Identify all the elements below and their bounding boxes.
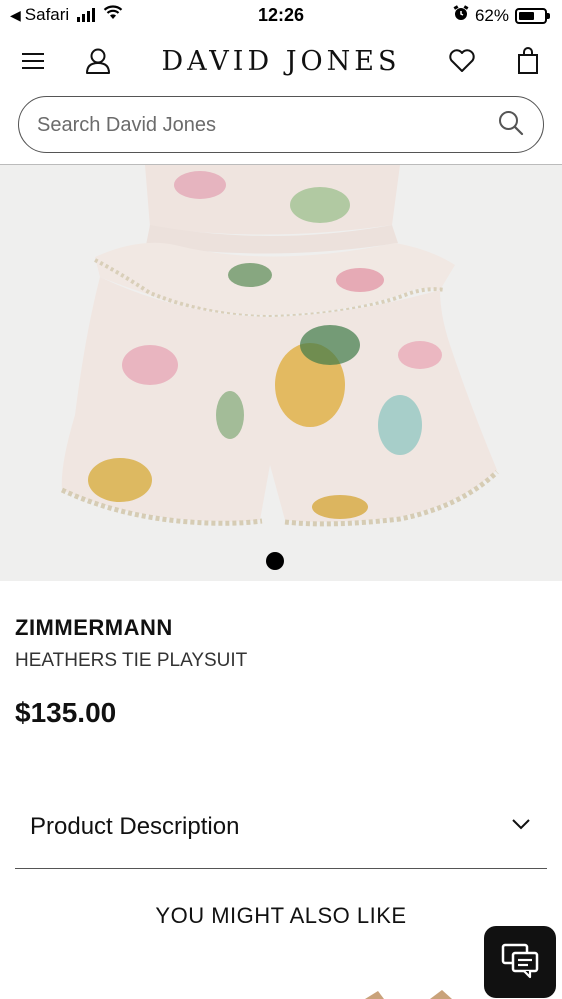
product-image[interactable] xyxy=(0,165,562,581)
site-header: DAVID JONES xyxy=(0,32,562,92)
search-icon[interactable] xyxy=(497,109,525,142)
playsuit-photo xyxy=(60,165,499,527)
battery-percent: 62% xyxy=(474,5,509,25)
product-name: HEATHERS TIE PLAYSUIT xyxy=(15,650,248,671)
carousel-dot-active[interactable] xyxy=(266,552,284,570)
recommendation-image-peek[interactable] xyxy=(360,985,470,999)
chat-icon xyxy=(500,940,540,985)
alarm-icon xyxy=(453,5,469,26)
search-bar[interactable] xyxy=(18,96,544,153)
product-description-accordion[interactable]: Product Description xyxy=(15,795,547,869)
chat-button[interactable] xyxy=(484,926,556,998)
product-brand[interactable]: ZIMMERMANN xyxy=(15,615,173,641)
brand-logo[interactable]: DAVID JONES xyxy=(0,46,562,77)
recommendations-title: YOU MIGHT ALSO LIKE xyxy=(155,903,407,928)
status-bar: ◀ Safari 12:26 62% xyxy=(0,0,562,32)
chevron-down-icon xyxy=(511,817,531,836)
product-description-label: Product Description xyxy=(30,813,240,840)
heart-icon[interactable] xyxy=(447,46,477,76)
bag-icon[interactable] xyxy=(513,46,543,76)
battery-icon xyxy=(515,7,547,24)
product-price: $135.00 xyxy=(15,697,117,728)
search-input[interactable] xyxy=(37,111,477,139)
